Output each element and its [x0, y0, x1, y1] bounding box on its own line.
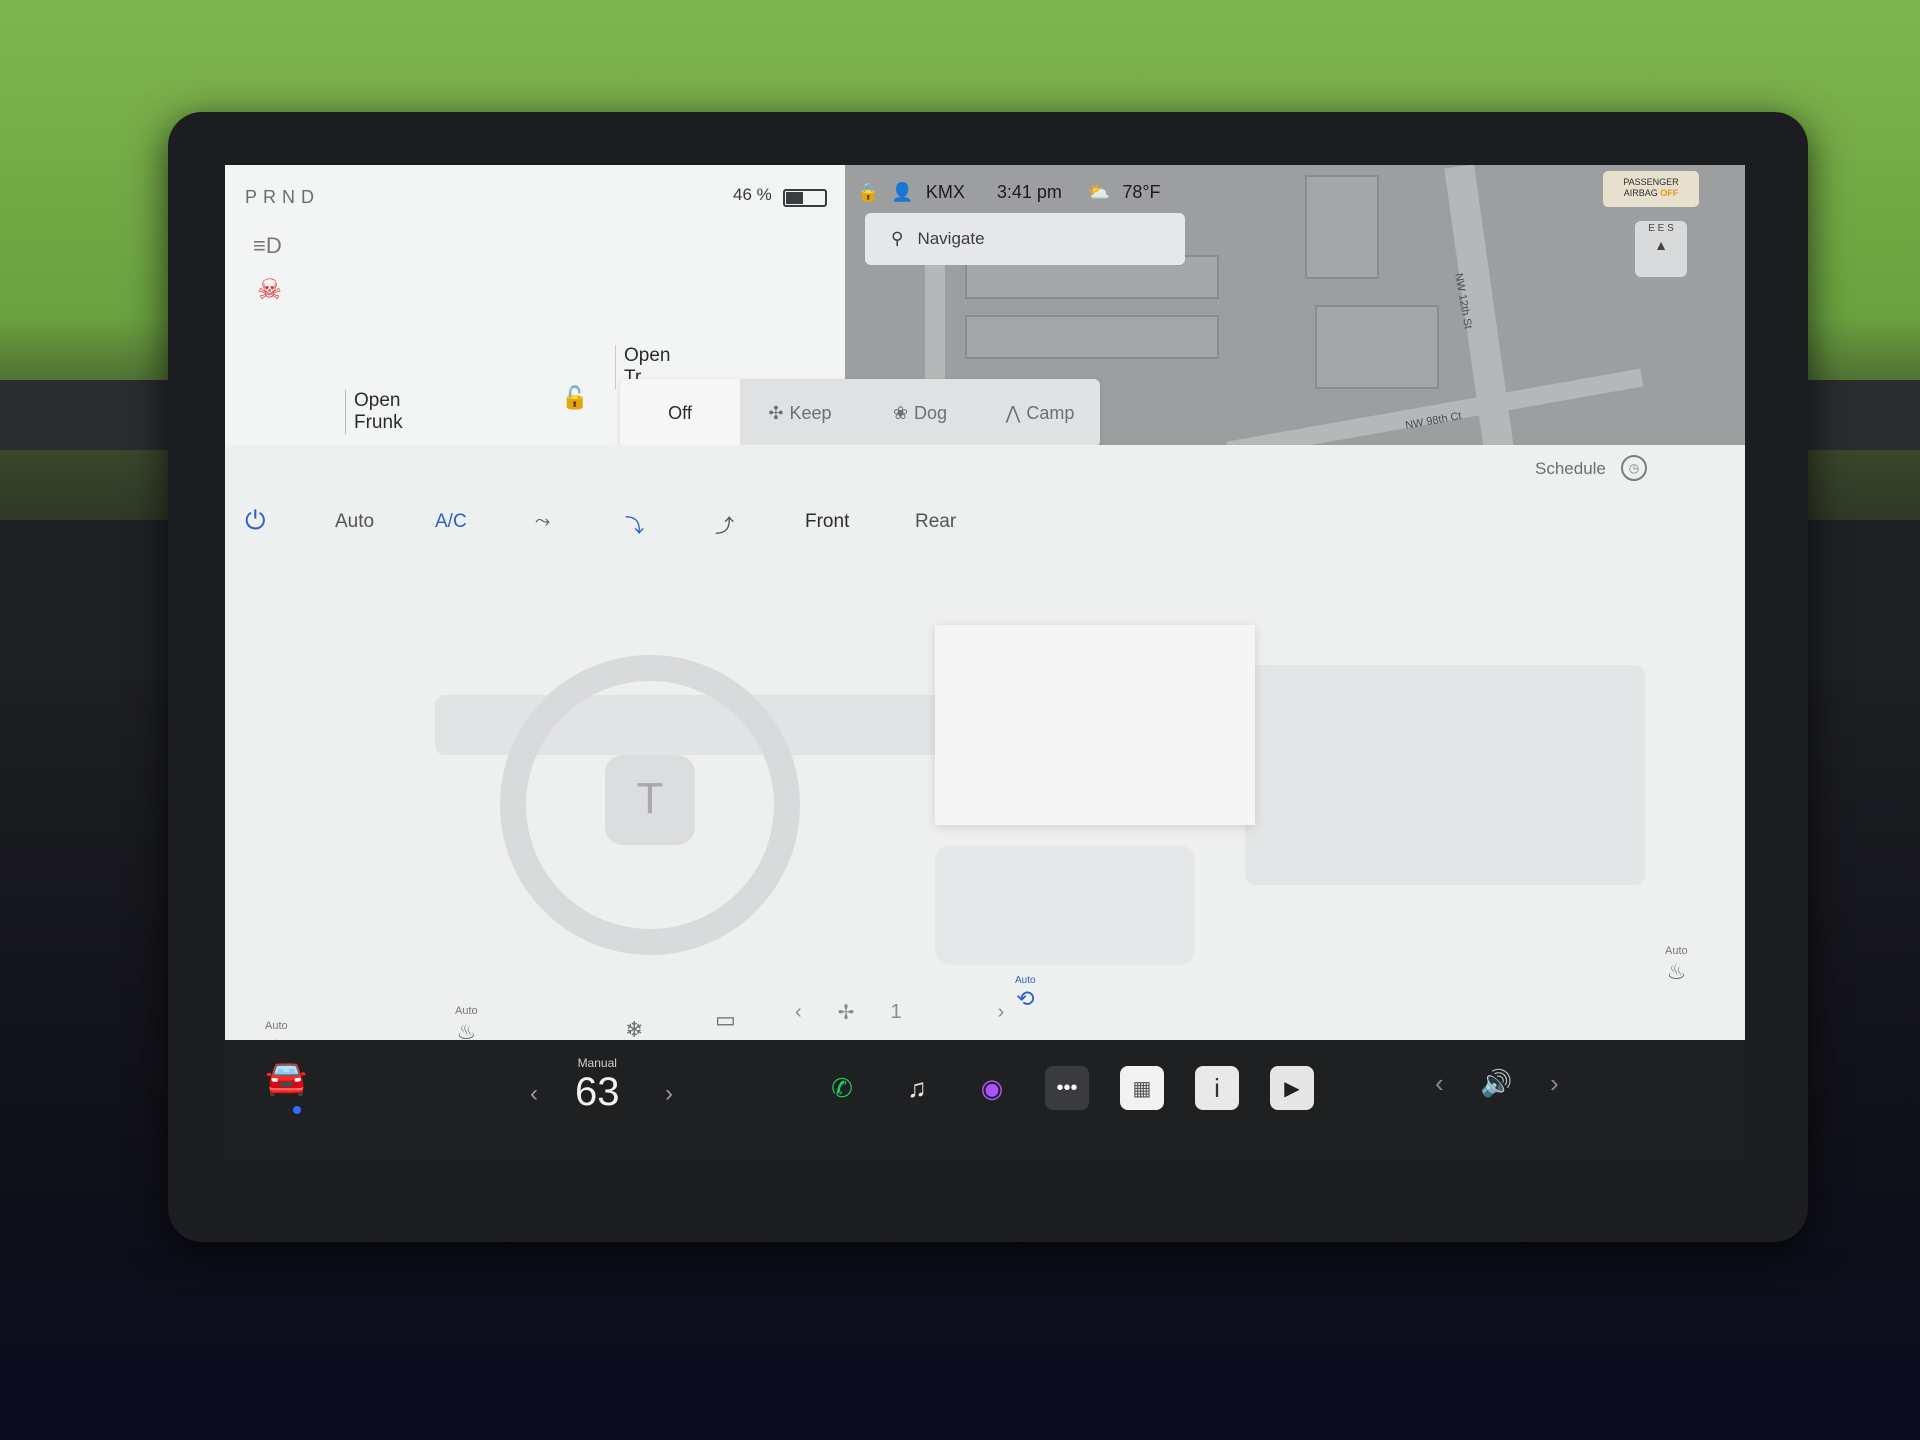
media-icon[interactable]: ▶: [1270, 1066, 1314, 1110]
lock-status-icon[interactable]: 🔒: [857, 182, 879, 203]
open-frunk-button[interactable]: Open Frunk: [345, 390, 403, 434]
frunk-label-2: Frunk: [354, 412, 403, 433]
passenger-seat-heater-icon: ♨: [1666, 959, 1687, 984]
mode-keep[interactable]: ✣ Keep: [740, 379, 860, 447]
airflow-face-icon[interactable]: ⤳: [535, 511, 550, 533]
mode-camp-label: Camp: [1026, 402, 1075, 423]
speaker-icon[interactable]: 🔊: [1480, 1068, 1512, 1099]
power-icon[interactable]: ⏻: [245, 505, 266, 537]
more-icon[interactable]: •••: [1045, 1066, 1089, 1110]
console-render: [935, 845, 1195, 965]
volume-down-button[interactable]: ‹: [1435, 1068, 1444, 1099]
auto-button[interactable]: Auto: [335, 511, 374, 533]
passenger-airbag-indicator: PASSENGER AIRBAG OFF: [1603, 171, 1699, 207]
recirculate-icon: ⟲: [1016, 986, 1035, 1011]
calendar-icon[interactable]: ▦: [1120, 1066, 1164, 1110]
paw-icon: ❀: [892, 402, 909, 423]
clock-icon[interactable]: ◷: [1621, 455, 1647, 481]
clock-time: 3:41 pm: [996, 181, 1062, 202]
phone-icon[interactable]: ✆: [820, 1066, 864, 1110]
unlock-icon[interactable]: 🔓: [561, 385, 588, 411]
tesla-logo-icon: T: [605, 755, 695, 845]
climate-controls-row: ⏻ Auto A/C ⤳ ⤵ ⤴ Front Rear: [225, 493, 1745, 557]
compass-arrow-icon: ▲: [1654, 237, 1668, 253]
passenger-seat-heat[interactable]: Auto ♨: [1665, 945, 1688, 985]
schedule-button[interactable]: Schedule: [1535, 459, 1606, 479]
driver-profile-icon[interactable]: 👤: [891, 182, 913, 203]
tent-icon: ⋀: [1005, 402, 1021, 423]
airflow-feet-icon[interactable]: ⤵: [625, 511, 644, 538]
fan-increase-button[interactable]: ›: [998, 1001, 1005, 1024]
car-icon[interactable]: 🚘: [265, 1058, 307, 1098]
compass-button[interactable]: E E S ▲: [1635, 221, 1687, 277]
airbag-label-1: PASSENGER: [1623, 177, 1679, 187]
bottom-dock: 🚘 ‹ Manual 63 › ✆ ♫ ◉ ••• ▦ i ▶ ‹ 🔊 ›: [225, 1040, 1745, 1160]
battery-percent: 46 %: [733, 185, 772, 204]
passenger-seat-auto-label: Auto: [1665, 945, 1688, 957]
fan-speed-value: 1: [890, 1001, 902, 1023]
mode-dog[interactable]: ❀ Dog: [860, 379, 980, 447]
battery-fill: [786, 192, 803, 204]
battery-icon: [783, 189, 827, 207]
recirc-auto-label: Auto: [1015, 975, 1036, 986]
cabin-rendering: T: [285, 585, 1685, 965]
map-block: [1305, 175, 1379, 279]
seat-auto-label: Auto: [265, 1020, 288, 1032]
temp-value: 63: [575, 1070, 620, 1114]
front-tab[interactable]: Front: [805, 511, 849, 533]
navigate-search[interactable]: ⚲ Navigate: [865, 213, 1185, 265]
trunk-label-1: Open: [624, 345, 671, 366]
center-screen-render: [935, 625, 1255, 825]
airbag-label-2: AIRBAG: [1623, 188, 1658, 198]
frunk-label-1: Open: [354, 390, 401, 411]
glovebox-render: [1245, 665, 1645, 885]
manual-icon[interactable]: i: [1195, 1066, 1239, 1110]
fan-icon: ✣: [768, 402, 784, 423]
airbag-state: OFF: [1660, 188, 1679, 198]
partly-cloudy-icon: ⛅: [1087, 181, 1111, 202]
mode-camp[interactable]: ⋀ Camp: [980, 379, 1100, 447]
touchscreen: PRND 46 % ≡D ☠ Open Frunk 🔓 Open Tr NW 1…: [225, 165, 1745, 1095]
temp-increase-button[interactable]: ›: [665, 1080, 673, 1108]
ac-button[interactable]: A/C: [435, 511, 467, 533]
camera-icon[interactable]: ◉: [970, 1066, 1014, 1110]
rear-defrost-button[interactable]: ▭: [715, 1005, 736, 1033]
climate-keep-modes: Off ✣ Keep ❀ Dog ⋀ Camp: [620, 379, 1100, 447]
outside-temperature: 78°F: [1122, 181, 1161, 202]
mode-off-label: Off: [668, 402, 692, 423]
compass-heading: E E S: [1648, 223, 1674, 234]
map-block: [1315, 305, 1439, 389]
car-status-dot: [293, 1106, 301, 1114]
rear-defrost-icon: ▭: [715, 1007, 736, 1032]
mode-keep-label: Keep: [789, 402, 832, 423]
mode-dog-label: Dog: [914, 402, 948, 423]
driver-name[interactable]: KMX: [926, 182, 965, 203]
search-icon: ⚲: [891, 229, 904, 248]
fan-decrease-button[interactable]: ‹: [795, 1001, 802, 1024]
rear-seat-auto-label: Auto: [455, 1005, 478, 1017]
fan-speed-control: ‹ ✢ 1 ›: [795, 1000, 1004, 1025]
airflow-windshield-icon[interactable]: ⤴: [715, 511, 734, 538]
driver-temperature[interactable]: Manual 63: [575, 1056, 620, 1114]
climate-panel: Schedule ◷ ⏻ Auto A/C ⤳ ⤵ ⤴ Front Rear T…: [225, 445, 1745, 1095]
map-block: [965, 315, 1219, 359]
rear-tab[interactable]: Rear: [915, 511, 956, 533]
temp-decrease-button[interactable]: ‹: [530, 1080, 538, 1108]
gear-indicator: PRND: [245, 187, 321, 207]
search-placeholder: Navigate: [917, 229, 985, 248]
fan-icon-speed: ✢: [837, 1002, 855, 1024]
temp-mode-label: Manual: [577, 1056, 617, 1070]
front-defrost-button[interactable]: ❄: [625, 1015, 643, 1043]
status-bar: 🔒 👤 KMX 3:41 pm ⛅ 78°F: [857, 179, 1161, 205]
volume-up-button[interactable]: ›: [1550, 1068, 1559, 1099]
rear-seat-heat[interactable]: Auto ♨: [455, 1005, 478, 1045]
recirculation-button[interactable]: Auto ⟲: [1015, 975, 1036, 1012]
mode-off[interactable]: Off: [620, 379, 740, 447]
music-icon[interactable]: ♫: [895, 1066, 939, 1110]
seatbelt-warning-icon: ☠: [257, 274, 283, 305]
headlight-icon: ≡D: [253, 233, 282, 258]
